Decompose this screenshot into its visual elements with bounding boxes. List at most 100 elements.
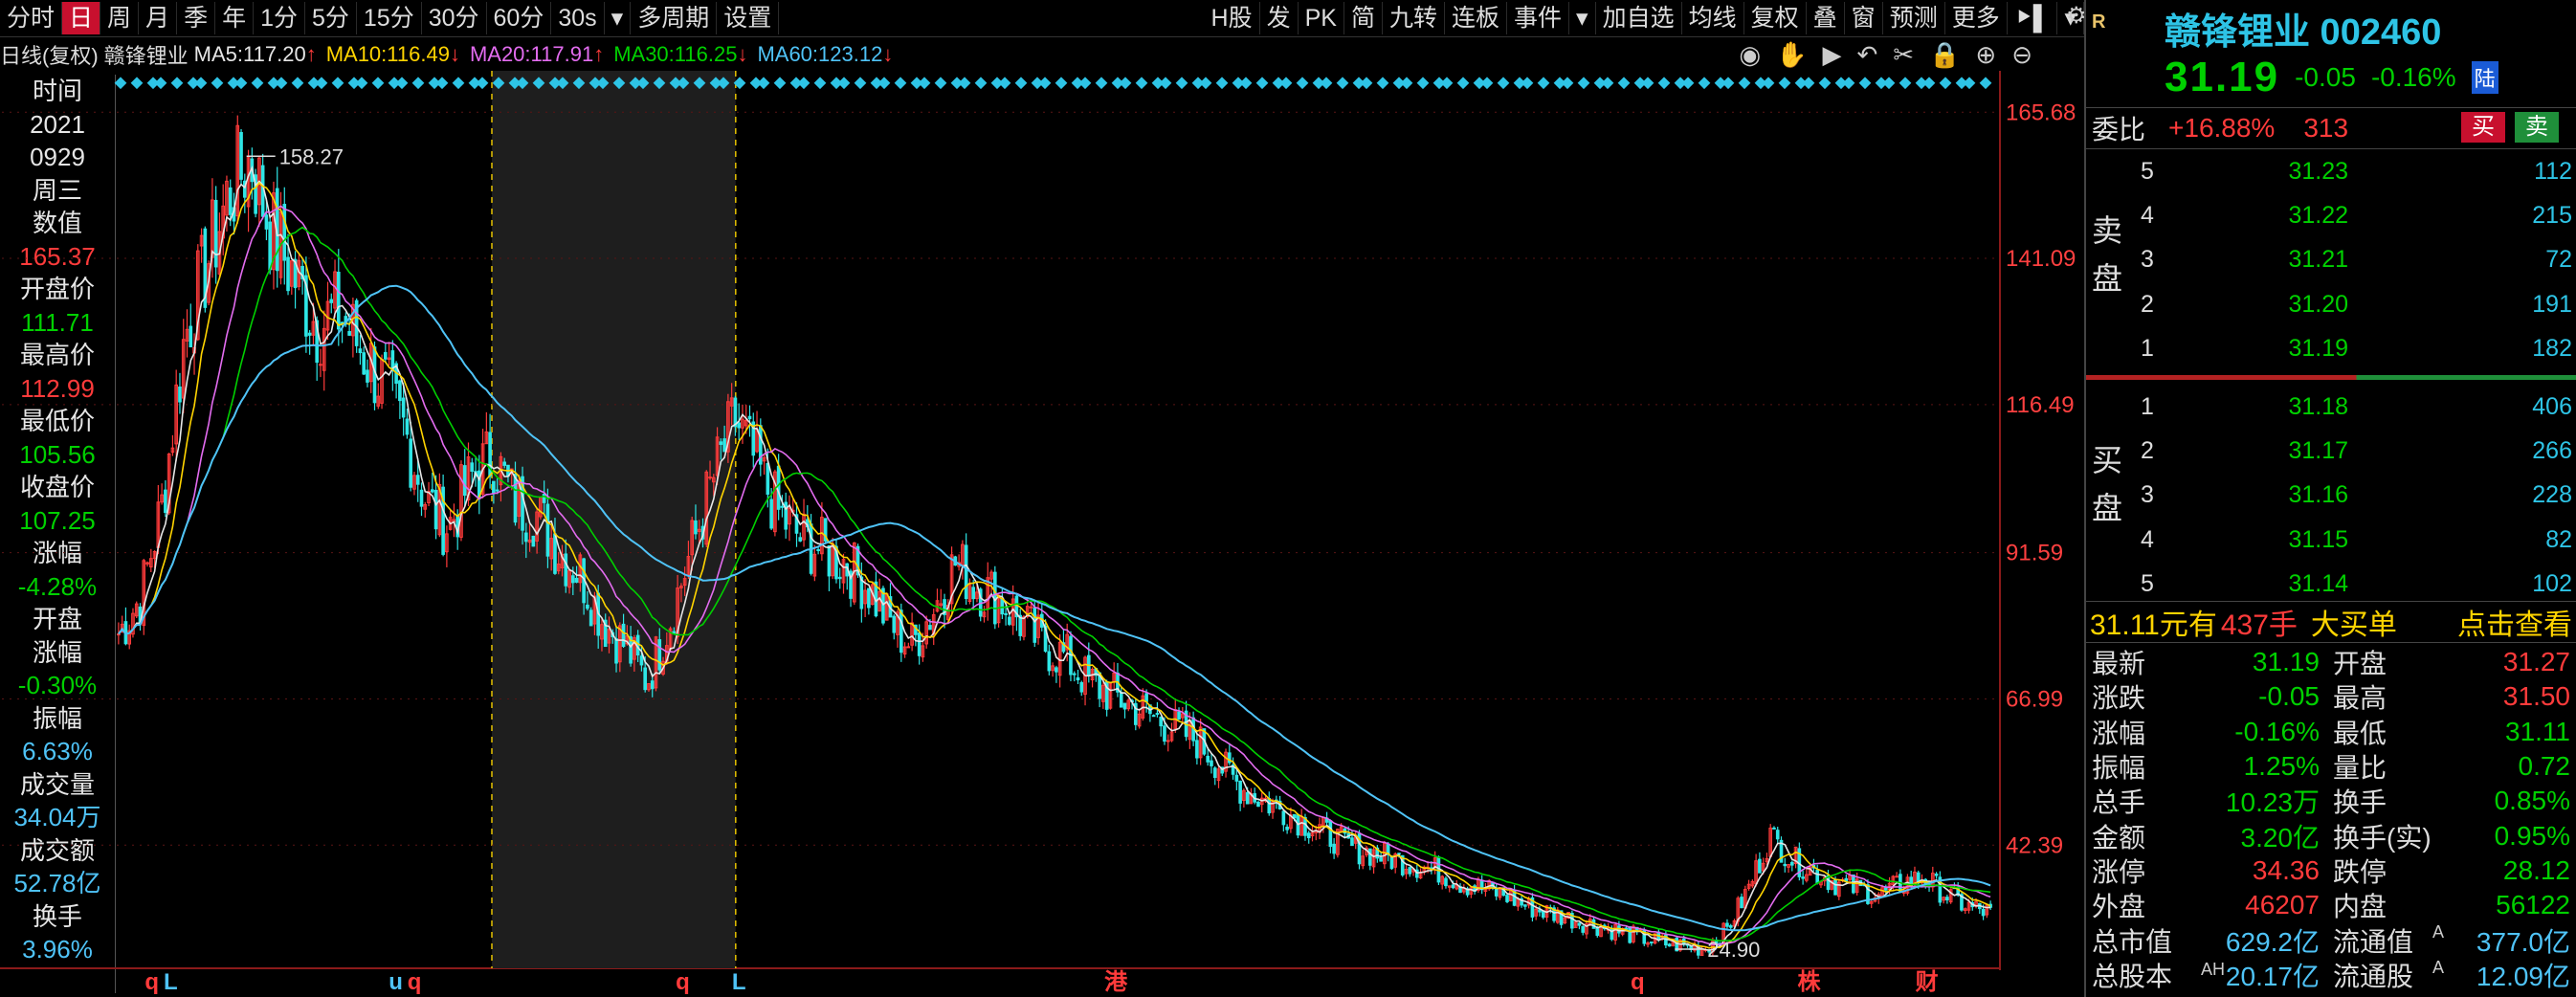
ask-row[interactable]: 5 31.23 112 (2128, 149, 2576, 193)
chart-tool-icon[interactable]: 🔒 (1929, 40, 1960, 70)
event-dot-icon[interactable] (1078, 77, 1092, 90)
event-dot-icon[interactable] (395, 77, 409, 90)
event-marker[interactable]: q (144, 969, 159, 995)
event-dot-icon[interactable] (1698, 77, 1711, 90)
lu-badge[interactable]: 陆 (2471, 61, 2498, 94)
ask-row[interactable]: 2 31.20 191 (2128, 282, 2576, 326)
event-dot-icon[interactable] (1657, 77, 1671, 90)
event-dot-icon[interactable] (130, 77, 144, 90)
toolbar-button[interactable]: ▾ (1569, 2, 1596, 34)
event-dot-icon[interactable] (1440, 77, 1454, 90)
event-dot-icon[interactable] (452, 77, 465, 90)
event-dot-icon[interactable] (170, 77, 184, 90)
toolbar-button[interactable]: 窗 (1845, 2, 1883, 34)
event-dot-icon[interactable] (315, 77, 328, 90)
event-dot-icon[interactable] (435, 77, 449, 90)
event-dot-icon[interactable] (1601, 77, 1614, 90)
bid-row[interactable]: 1 31.18 406 (2128, 385, 2576, 429)
event-dot-icon[interactable] (275, 77, 288, 90)
event-dot-icon[interactable] (1159, 77, 1172, 90)
event-marker[interactable]: 株 (1797, 969, 1821, 995)
event-dot-icon[interactable] (1842, 77, 1855, 90)
period-tab[interactable]: 多周期 (631, 2, 718, 34)
event-dot-icon[interactable] (1882, 77, 1896, 90)
event-marker[interactable]: L (164, 969, 178, 995)
toolbar-button[interactable]: 复权 (1744, 2, 1807, 34)
event-dot-icon[interactable] (1239, 77, 1253, 90)
event-dot-icon[interactable] (1416, 77, 1430, 90)
chart-tool-icon[interactable]: ⊖ (2011, 40, 2032, 70)
event-dot-icon[interactable] (1858, 77, 1872, 90)
sell-button[interactable]: 卖 (2515, 112, 2559, 143)
event-dot-icon[interactable] (974, 77, 988, 90)
event-dot-icon[interactable] (918, 77, 931, 90)
chart-tool-icon[interactable]: ⊕ (1975, 40, 1996, 70)
period-tab[interactable]: 月 (139, 2, 178, 34)
toolbar-button[interactable]: 发 (1260, 2, 1299, 34)
period-tab[interactable]: 日 (62, 2, 101, 34)
event-dot-icon[interactable] (1199, 77, 1212, 90)
event-dot-icon[interactable] (998, 77, 1011, 90)
period-tab[interactable]: 15分 (357, 2, 422, 34)
event-dot-icon[interactable] (1738, 77, 1751, 90)
event-dot-icon[interactable] (331, 77, 344, 90)
event-dot-icon[interactable] (1119, 77, 1132, 90)
event-dot-icon[interactable] (1400, 77, 1413, 90)
event-dot-icon[interactable] (958, 77, 971, 90)
event-dot-icon[interactable] (476, 77, 489, 90)
event-dot-icon[interactable] (1963, 77, 1976, 90)
chart-tool-icon[interactable]: ✋ (1776, 40, 1807, 70)
buy-button[interactable]: 买 (2461, 112, 2505, 143)
stock-name-code[interactable]: 赣锋锂业 002460 (2165, 2, 2441, 55)
period-tab[interactable]: 分时 (0, 2, 63, 34)
event-dot-icon[interactable] (1038, 77, 1052, 90)
toolbar-button[interactable]: 九转 (1383, 2, 1446, 34)
event-dot-icon[interactable] (1360, 77, 1373, 90)
event-marker[interactable]: q (1631, 969, 1645, 995)
bid-row[interactable]: 4 31.15 82 (2128, 518, 2576, 562)
ask-row[interactable]: 3 31.21 72 (2128, 238, 2576, 282)
bid-row[interactable]: 5 31.14 102 (2128, 563, 2576, 607)
toolbar-button[interactable]: 简 (1344, 2, 1383, 34)
event-dot-icon[interactable] (1095, 77, 1108, 90)
event-dot-icon[interactable] (1135, 77, 1148, 90)
period-tab[interactable]: 周 (100, 2, 140, 34)
event-dot-icon[interactable] (1497, 77, 1510, 90)
event-dot-icon[interactable] (854, 77, 867, 90)
toolbar-button[interactable]: 加自选 (1596, 2, 1682, 34)
event-dot-icon[interactable] (1215, 77, 1229, 90)
event-dot-icon[interactable] (411, 77, 425, 90)
event-dot-icon[interactable] (1979, 77, 1992, 90)
event-marker[interactable]: L (732, 969, 746, 995)
event-marker[interactable]: q (408, 969, 422, 995)
event-dot-icon[interactable] (355, 77, 368, 90)
toolbar-button[interactable]: 均线 (1682, 2, 1744, 34)
event-dot-icon[interactable] (1762, 77, 1775, 90)
event-dot-icon[interactable] (234, 77, 248, 90)
event-dot-icon[interactable] (1899, 77, 1912, 90)
event-dot-icon[interactable] (114, 77, 127, 90)
toolbar-button[interactable]: 叠 (1807, 2, 1845, 34)
event-dot-icon[interactable] (1939, 77, 1952, 90)
event-dot-icon[interactable] (1778, 77, 1791, 90)
event-dot-icon[interactable] (1014, 77, 1028, 90)
toolbar-button[interactable]: 预测 (1883, 2, 1945, 34)
event-dot-icon[interactable] (797, 77, 811, 90)
toolbar-button[interactable]: PK (1299, 2, 1344, 34)
event-dot-icon[interactable] (211, 77, 224, 90)
period-tab[interactable]: ▾ (605, 2, 632, 34)
period-tab[interactable]: 1分 (254, 2, 305, 34)
event-dot-icon[interactable] (1055, 77, 1068, 90)
event-dot-icon[interactable] (894, 77, 907, 90)
event-dot-icon[interactable] (837, 77, 851, 90)
event-dot-icon[interactable] (1641, 77, 1654, 90)
event-marker[interactable]: 财 (1916, 969, 1939, 995)
chart-tool-icon[interactable]: ↶ (1856, 40, 1877, 70)
ask-row[interactable]: 4 31.22 215 (2128, 193, 2576, 237)
chart-tool-icon[interactable]: ◉ (1739, 40, 1761, 70)
event-dot-icon[interactable] (1175, 77, 1188, 90)
event-marker[interactable]: u (389, 969, 403, 995)
event-marker[interactable]: q (676, 969, 690, 995)
period-tab[interactable]: 季 (177, 2, 216, 34)
event-marker[interactable]: 港 (1104, 969, 1128, 995)
